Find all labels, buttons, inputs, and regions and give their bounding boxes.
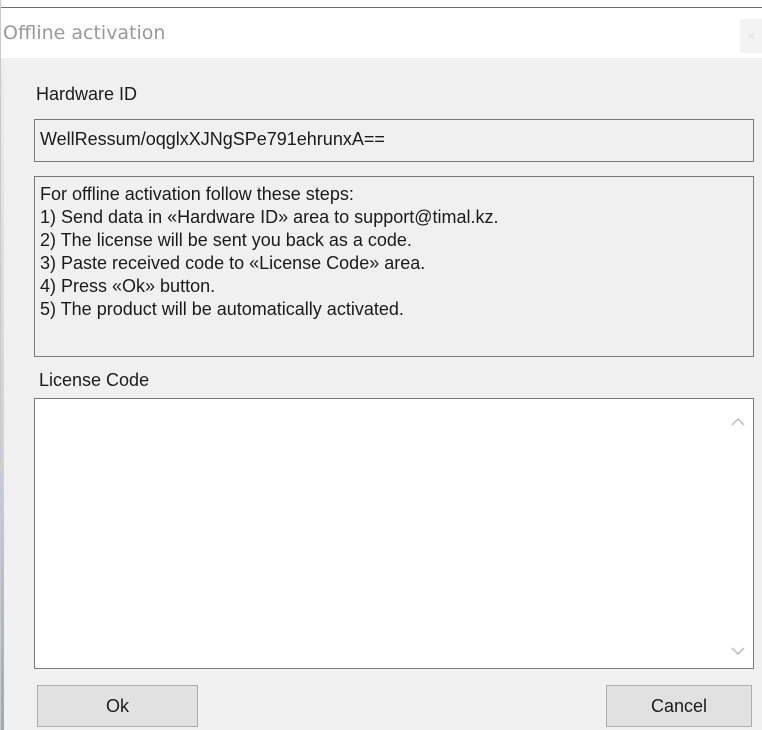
hardware-id-label: Hardware ID [36,84,138,104]
close-button[interactable]: × [740,19,762,53]
instruction-line: 2) The license will be sent you back as … [40,230,412,250]
instruction-line: For offline activation follow these step… [40,184,354,204]
license-code-area [34,398,754,669]
chevron-up-icon [731,417,745,426]
background-strip [1,58,4,730]
scroll-down-button[interactable] [723,636,753,666]
cancel-button-label: Cancel [650,695,708,716]
hardware-id-value: WellRessum/oqglxXJNgSPe791ehrunxA== [40,129,385,149]
title-bar[interactable]: Offline activation × [1,8,762,58]
window-top-edge [1,0,762,8]
instruction-line: 1) Send data in «Hardware ID» area to su… [40,207,499,227]
hardware-id-field[interactable]: WellRessum/oqglxXJNgSPe791ehrunxA== [34,119,754,162]
offline-activation-dialog: Offline activation × Hardware ID WellRes… [0,0,762,730]
close-icon: × [747,28,756,44]
instructions-box: For offline activation follow these step… [34,176,754,357]
license-scrollbar[interactable] [723,399,753,668]
instruction-line: 3) Paste received code to «License Code»… [40,253,426,273]
cancel-button[interactable]: Cancel [606,685,752,727]
window-title: Offline activation [3,22,166,44]
instruction-line: 5) The product will be automatically act… [40,299,404,319]
license-code-label: License Code [39,370,150,390]
ok-button[interactable]: Ok [37,685,198,727]
scroll-up-button[interactable] [723,407,753,437]
chevron-down-icon [731,647,745,656]
license-code-input[interactable] [35,399,725,668]
instruction-line: 4) Press «Ok» button. [40,276,216,296]
ok-button-label: Ok [105,695,129,716]
